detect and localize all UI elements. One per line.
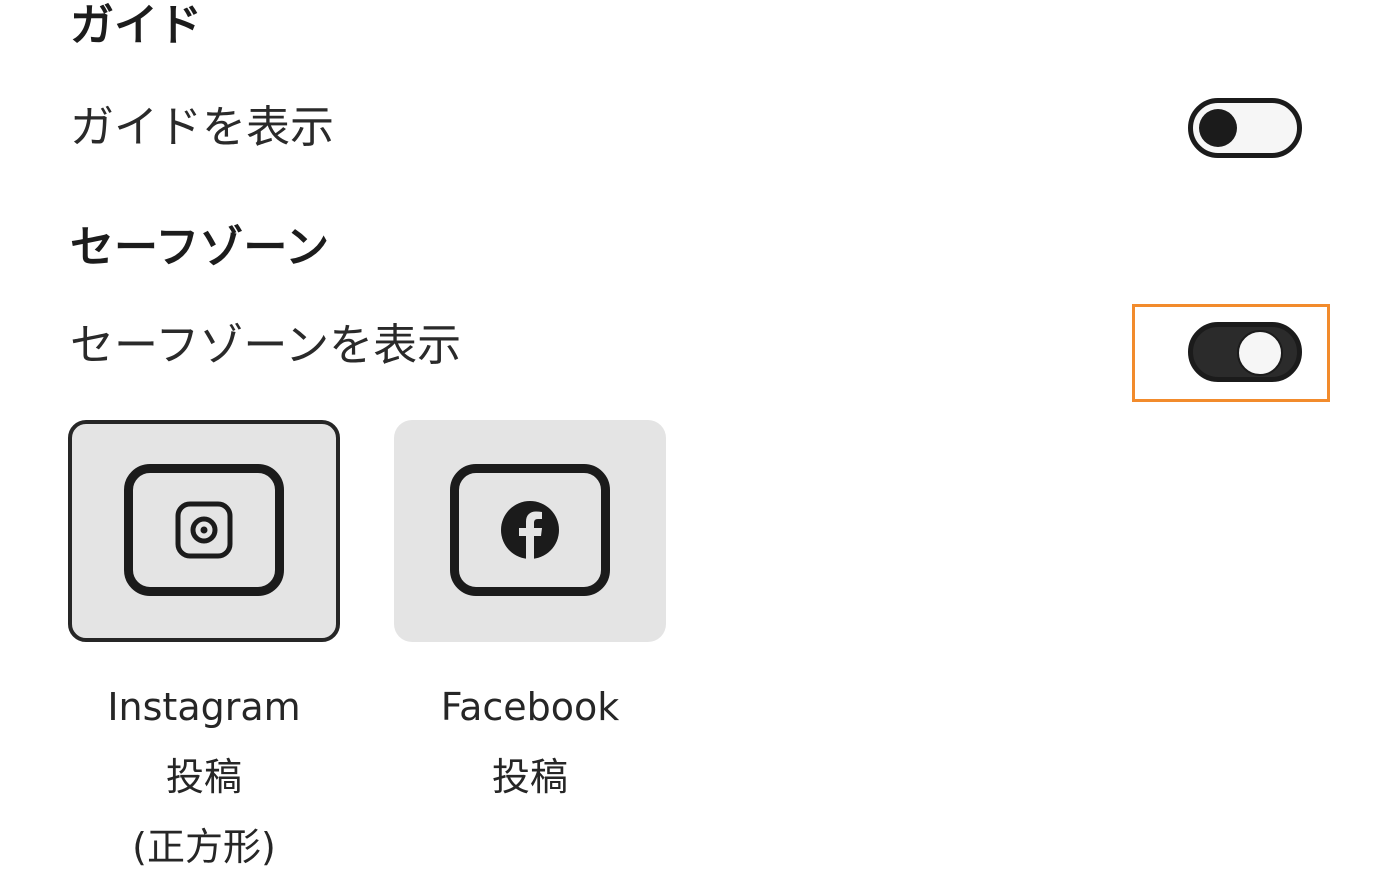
platform-frame (124, 464, 284, 596)
facebook-icon (501, 501, 559, 561)
instagram-icon (175, 501, 233, 559)
safe-zone-section-title: セーフゾーン (70, 222, 330, 273)
option-label-line: (正方形) (132, 825, 276, 869)
show-safe-zone-toggle[interactable] (1188, 322, 1302, 382)
option-label-line: 投稿 (491, 755, 568, 799)
instagram-option-label: Instagram 投稿 (正方形) (68, 672, 340, 882)
instagram-option-tile[interactable] (68, 420, 340, 642)
facebook-post-option[interactable]: Facebook 投稿 (394, 420, 666, 812)
toggle-knob (1199, 109, 1237, 147)
option-label-line: Instagram (107, 685, 301, 729)
facebook-option-label: Facebook 投稿 (394, 672, 666, 812)
facebook-option-tile[interactable] (394, 420, 666, 642)
option-label-line: 投稿 (165, 755, 242, 799)
safe-zone-settings-panel: ガイド ガイドを表示 セーフゾーン セーフゾーンを表示 Instagram 投稿… (0, 0, 1380, 891)
show-guide-toggle[interactable] (1188, 98, 1302, 158)
show-safe-zone-label: セーフゾーンを表示 (70, 320, 462, 371)
instagram-post-option[interactable]: Instagram 投稿 (正方形) (68, 420, 340, 882)
toggle-knob (1237, 330, 1283, 376)
guide-section-title: ガイド (70, 0, 202, 51)
show-guide-label: ガイドを表示 (70, 102, 334, 153)
platform-frame (450, 464, 610, 596)
option-label-line: Facebook (440, 685, 620, 729)
